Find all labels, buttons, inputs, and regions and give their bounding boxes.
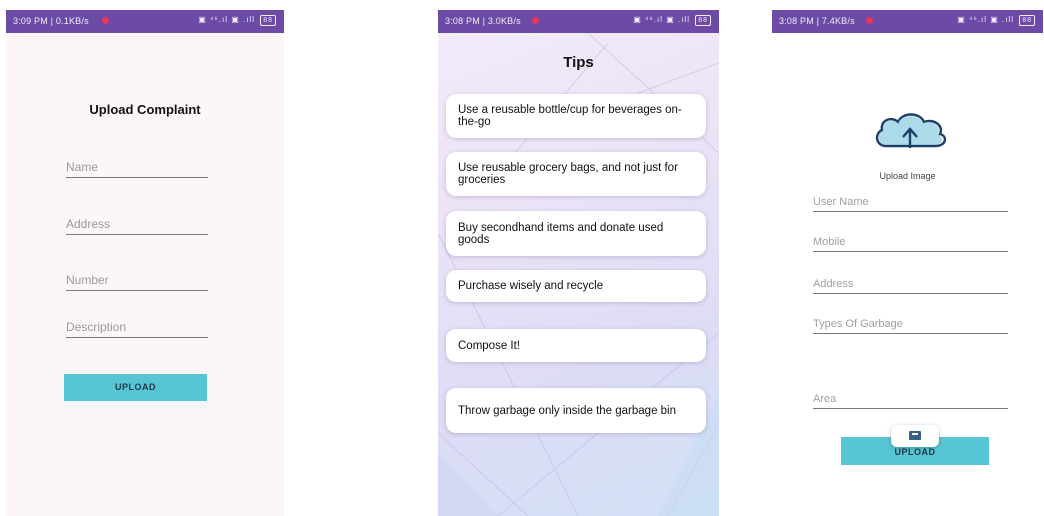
tip-card[interactable]: Buy secondhand items and donate used goo… [446,211,706,256]
signal-icons: ▣ ⁴⁶.ıl ▣ .ıll 88 [198,15,276,26]
battery-icon: 88 [695,15,711,26]
tip-card[interactable]: Use reusable grocery bags, and not just … [446,152,706,196]
tip-card[interactable]: Use a reusable bottle/cup for beverages … [446,94,706,138]
record-dot-icon [866,17,873,24]
status-bar: 3:08 PM | 7.4KB/s ▣ ⁴⁶.ıl ▣ .ıll 88 [772,10,1043,33]
tip-card[interactable]: Throw garbage only inside the garbage bi… [446,388,706,433]
number-field[interactable]: Number [66,273,208,291]
upload-button[interactable]: UPLOAD [64,374,207,401]
image-picker-button[interactable] [891,425,939,447]
address-field[interactable]: Address [813,278,1008,294]
complaint-screen: 3:09 PM | 0.1KB/s ▣ ⁴⁶.ıl ▣ .ıll 88 Uplo… [6,10,284,516]
battery-icon: 88 [260,15,276,26]
garbage-report-screen: 3:08 PM | 7.4KB/s ▣ ⁴⁶.ıl ▣ .ıll 88 Uplo… [772,10,1043,516]
cloud-upload-icon[interactable] [872,110,948,150]
garbage-type-field[interactable]: Types Of Garbage [813,318,1008,334]
tips-screen: 3:08 PM | 3.0KB/s ▣ ⁴⁶.ıl ▣ .ıll 88 Tips… [438,10,719,516]
status-bar: 3:09 PM | 0.1KB/s ▣ ⁴⁶.ıl ▣ .ıll 88 [6,10,284,33]
status-time: 3:09 PM | 0.1KB/s [13,16,89,26]
status-time: 3:08 PM | 3.0KB/s [445,16,521,26]
signal-icons: ▣ ⁴⁶.ıl ▣ .ıll 88 [957,15,1035,26]
record-dot-icon [532,17,539,24]
page-title: Upload Complaint [89,102,201,117]
image-icon [909,431,921,440]
mobile-field[interactable]: Mobile [813,236,1008,252]
status-bar: 3:08 PM | 3.0KB/s ▣ ⁴⁶.ıl ▣ .ıll 88 [438,10,719,33]
tip-card[interactable]: Compose It! [446,329,706,362]
description-field[interactable]: Description [66,320,208,338]
signal-icons: ▣ ⁴⁶.ıl ▣ .ıll 88 [633,15,711,26]
name-field[interactable]: Name [66,160,208,178]
status-time: 3:08 PM | 7.4KB/s [779,16,855,26]
page-title: Tips [563,54,594,71]
battery-icon: 88 [1019,15,1035,26]
address-field[interactable]: Address [66,217,208,235]
upload-image-label: Upload Image [879,171,936,181]
area-field[interactable]: Area [813,393,1008,409]
user-name-field[interactable]: User Name [813,196,1008,212]
tip-card[interactable]: Purchase wisely and recycle [446,270,706,302]
record-dot-icon [102,17,109,24]
